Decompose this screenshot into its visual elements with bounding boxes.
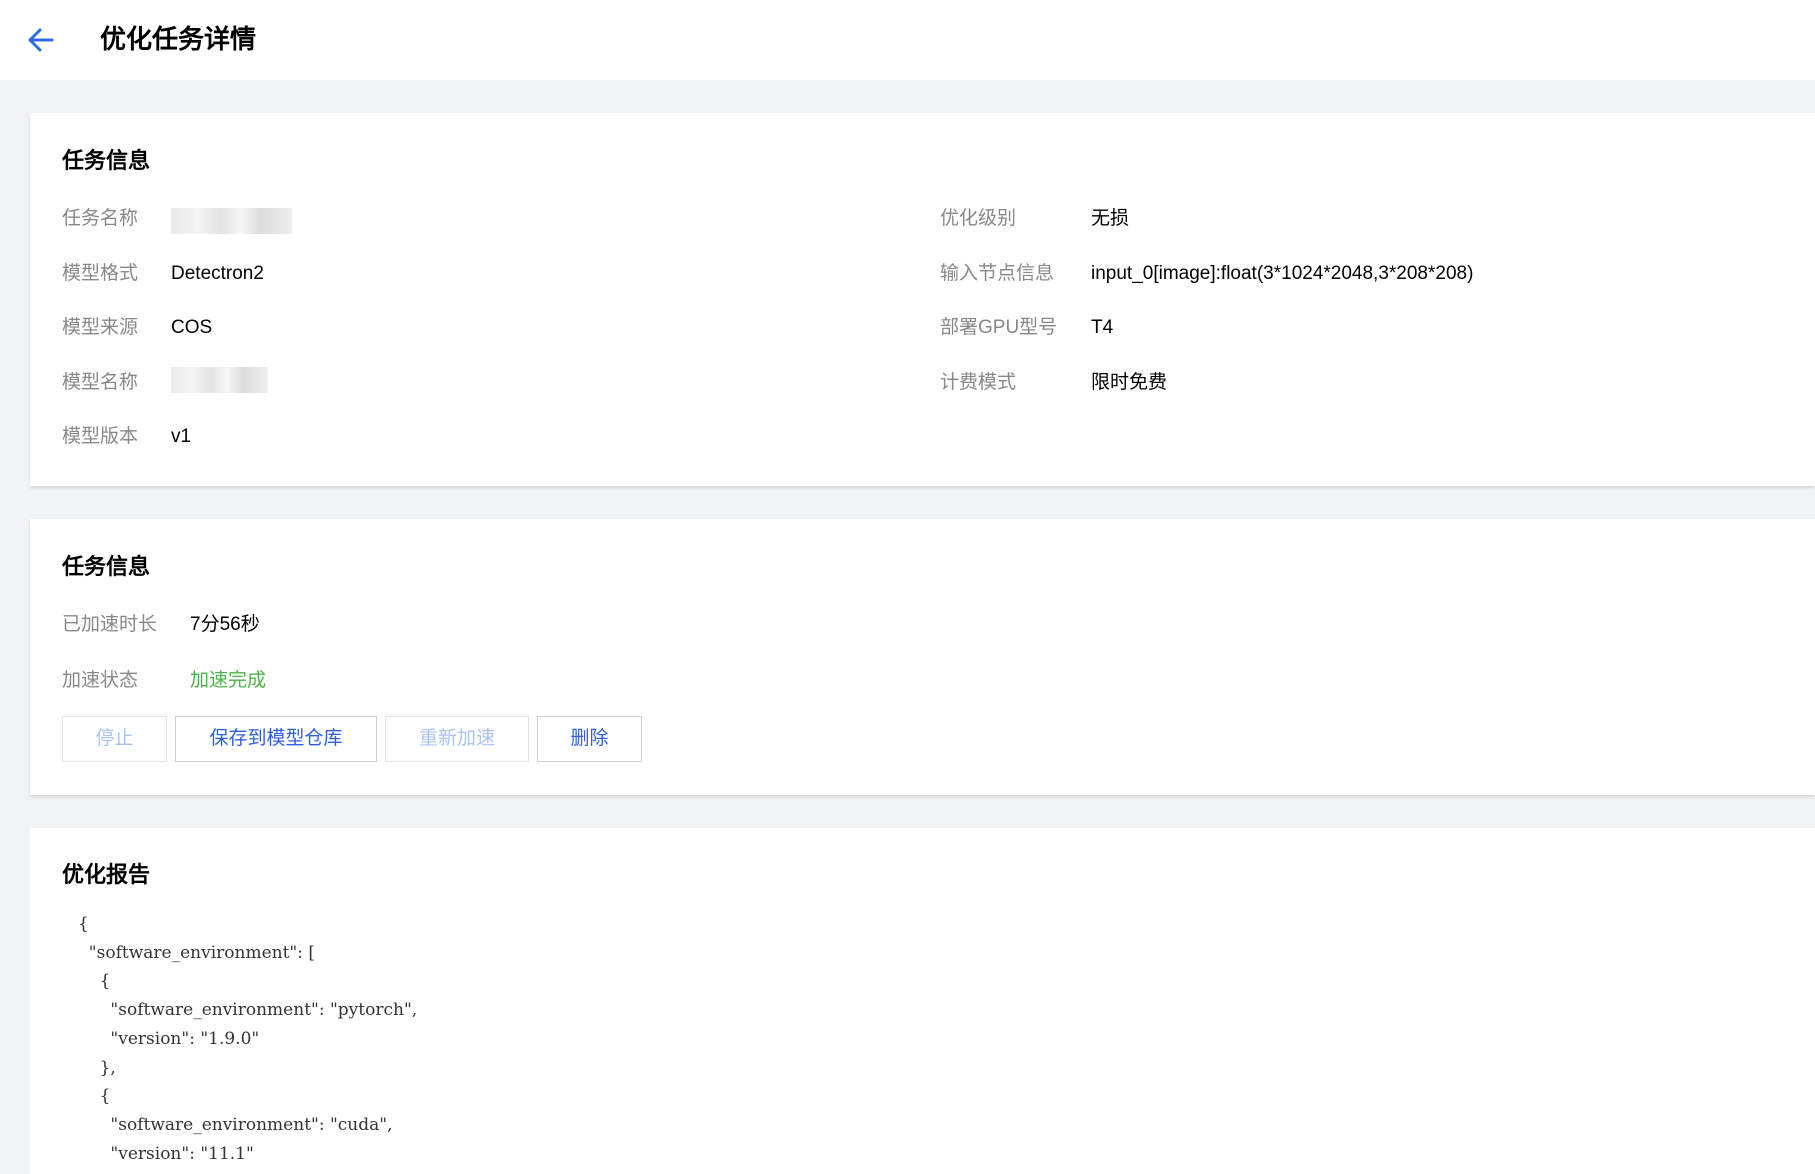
input-node-value: input_0[image]:float(3*1024*2048,3*208*2… [1091, 263, 1474, 284]
duration-label: 已加速时长 [62, 614, 158, 635]
top-bar: 优化任务详情 [0, 0, 1815, 80]
duration-value: 7分56秒 [190, 614, 260, 635]
billing-mode-label: 计费模式 [940, 372, 1017, 393]
model-name-label: 模型名称 [62, 372, 139, 393]
task-name-label: 任务名称 [62, 208, 139, 229]
input-node-label: 输入节点信息 [940, 263, 1055, 284]
model-source-label: 模型来源 [62, 317, 139, 338]
task-info-title: 任务信息 [62, 148, 151, 173]
acceleration-title: 任务信息 [62, 554, 151, 579]
gpu-model-label: 部署GPU型号 [940, 317, 1058, 338]
page-title: 优化任务详情 [100, 24, 257, 54]
report-title: 优化报告 [62, 862, 151, 887]
report-card: 优化报告 { "software_environment": [ { "soft… [30, 828, 1815, 1174]
task-name-redacted [171, 208, 292, 234]
optimize-level-label: 优化级别 [940, 208, 1017, 229]
model-name-redacted [171, 367, 268, 393]
model-version-value: v1 [171, 426, 192, 447]
delete-button[interactable]: 删除 [537, 716, 642, 762]
task-info-card: 任务信息 任务名称 模型格式 Detectron2 模型来源 COS 模型名称 … [30, 113, 1815, 486]
report-json-code: { "software_environment": [ { "software_… [78, 914, 418, 1164]
model-source-value: COS [171, 317, 213, 338]
billing-mode-value: 限时免费 [1091, 372, 1168, 393]
model-format-value: Detectron2 [171, 263, 264, 284]
optimize-level-value: 无损 [1091, 208, 1130, 229]
restart-acceleration-button[interactable]: 重新加速 [385, 716, 529, 762]
status-value: 加速完成 [190, 670, 267, 691]
stop-button[interactable]: 停止 [62, 716, 167, 762]
gpu-model-value: T4 [1091, 317, 1114, 338]
status-label: 加速状态 [62, 670, 139, 691]
acceleration-card: 任务信息 已加速时长 7分56秒 加速状态 加速完成 停止 保存到模型仓库 重新… [30, 519, 1815, 795]
arrow-left-icon[interactable] [26, 25, 56, 55]
model-version-label: 模型版本 [62, 426, 139, 447]
save-to-model-repo-button[interactable]: 保存到模型仓库 [175, 716, 377, 762]
model-format-label: 模型格式 [62, 263, 139, 284]
